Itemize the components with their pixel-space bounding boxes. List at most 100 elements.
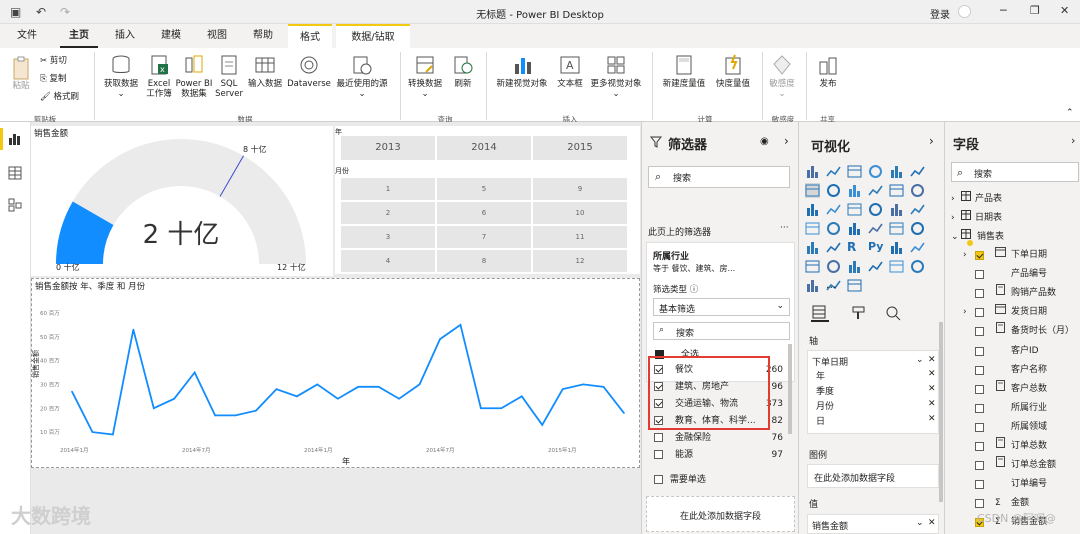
field-item[interactable]: 产品编号 <box>951 265 1080 284</box>
field-checkbox[interactable] <box>975 346 984 356</box>
sql-button[interactable]: SQL Server <box>214 54 244 99</box>
remove-field-icon[interactable]: ✕ <box>928 355 936 365</box>
visual-type-icon[interactable] <box>868 183 883 198</box>
require-single-checkbox[interactable] <box>654 475 663 484</box>
text-box-button[interactable]: A 文本框 <box>554 54 586 89</box>
copy-button[interactable]: ⎘ 复制 <box>40 74 67 84</box>
filter-values-search[interactable]: ⌕ 搜索 <box>653 322 790 340</box>
visual-type-icon[interactable] <box>847 183 862 198</box>
visual-type-icon[interactable] <box>910 164 925 179</box>
slicer-month-cell[interactable]: 7 <box>437 226 531 248</box>
login-link[interactable]: 登录 <box>930 6 950 21</box>
field-checkbox[interactable] <box>975 499 984 509</box>
slicer-month-cell[interactable]: 2 <box>341 202 435 224</box>
field-checkbox[interactable] <box>975 422 984 432</box>
visual-type-icon[interactable] <box>889 202 904 217</box>
field-checkbox[interactable] <box>975 251 984 260</box>
data-view-icon[interactable] <box>8 166 22 180</box>
visual-type-icon[interactable] <box>826 183 841 198</box>
slicer-year-2014[interactable]: 2014 <box>437 136 531 160</box>
enter-data-button[interactable]: 输入数据 <box>244 54 286 89</box>
close-icon[interactable]: ✕ <box>1060 4 1069 17</box>
filter-value-checkbox[interactable] <box>654 433 663 442</box>
slicer-month-cell[interactable]: 5 <box>437 178 531 200</box>
more-visuals-icon[interactable]: ... <box>826 278 837 291</box>
collapse-ribbon-icon[interactable]: ⌃ <box>1066 108 1074 118</box>
recent-sources-button[interactable]: 最近使用的源 ⌄ <box>332 54 392 99</box>
visual-type-icon[interactable] <box>910 202 925 217</box>
visual-type-icon[interactable] <box>847 259 862 274</box>
visual-type-icon[interactable] <box>805 164 820 179</box>
field-checkbox[interactable] <box>975 308 984 318</box>
visual-type-icon[interactable] <box>847 278 862 293</box>
axis-well[interactable]: 下单日期 ⌄ ✕ 年 ✕ 季度 ✕ 月份 ✕ 日 ✕ <box>807 350 939 434</box>
tab-data-drill[interactable]: 数据/钻取 <box>336 24 410 48</box>
more-visuals-button[interactable]: 更多视觉对象 ⌄ <box>586 54 646 99</box>
field-checkbox[interactable] <box>975 289 984 299</box>
field-item[interactable]: 订单总数 <box>951 437 1080 456</box>
field-item[interactable]: 订单编号 <box>951 475 1080 494</box>
visual-type-icon[interactable] <box>910 240 925 255</box>
field-item[interactable]: › 下单日期 <box>951 246 1080 265</box>
table-item[interactable]: ⌄ 销售表 <box>951 228 1079 246</box>
filter-value-checkbox[interactable] <box>654 450 663 459</box>
paint-roller-icon[interactable] <box>851 305 867 321</box>
refresh-button[interactable]: 刷新 <box>448 54 478 89</box>
visual-type-icon[interactable] <box>805 183 820 198</box>
visual-type-icon[interactable] <box>847 221 862 236</box>
field-checkbox[interactable] <box>975 461 984 471</box>
remove-field-icon[interactable]: ✕ <box>928 518 936 528</box>
remove-field-icon[interactable]: ✕ <box>928 414 936 424</box>
axis-hierarchy-item[interactable]: 日 ✕ <box>816 414 936 428</box>
visual-type-icon[interactable] <box>826 164 841 179</box>
sensitivity-button[interactable]: 敏感度 ⌄ <box>764 54 800 99</box>
remove-field-icon[interactable]: ✕ <box>928 384 936 394</box>
viz-scrollbar[interactable] <box>939 322 943 502</box>
filter-list-scrollbar[interactable] <box>788 344 792 434</box>
collapse-viz-icon[interactable]: › <box>929 134 934 148</box>
visual-type-icon[interactable] <box>847 164 862 179</box>
tab-modeling[interactable]: 建模 <box>152 24 190 48</box>
analytics-icon[interactable] <box>885 305 901 321</box>
visual-type-icon[interactable] <box>910 183 925 198</box>
field-checkbox[interactable] <box>975 365 984 375</box>
filter-value-option[interactable]: 能源 97 <box>654 447 789 463</box>
values-well[interactable]: 销售金额 ⌄ ✕ <box>807 514 939 534</box>
model-view-icon[interactable] <box>8 198 22 212</box>
slicer-month-cell[interactable]: 11 <box>533 226 627 248</box>
pbi-dataset-button[interactable]: Power BI 数据集 <box>174 54 214 99</box>
field-item[interactable]: 所属行业 <box>951 399 1080 418</box>
visual-type-icon[interactable]: Py <box>868 240 883 255</box>
visual-type-icon[interactable] <box>868 221 883 236</box>
visual-type-icon[interactable] <box>868 259 883 274</box>
fields-tab[interactable] <box>811 304 829 322</box>
new-visual-button[interactable]: 新建视觉对象 <box>492 54 552 89</box>
visual-type-icon[interactable] <box>826 259 841 274</box>
quick-measure-button[interactable]: 快度量值 <box>712 54 754 89</box>
remove-field-icon[interactable]: ✕ <box>928 369 936 379</box>
axis-hierarchy-item[interactable]: 月份 ✕ <box>816 399 936 413</box>
new-measure-button[interactable]: 新建度量值 <box>656 54 712 89</box>
visual-type-icon[interactable] <box>826 240 841 255</box>
tab-insert[interactable]: 插入 <box>106 24 144 48</box>
avatar[interactable] <box>958 5 971 18</box>
field-checkbox[interactable] <box>975 384 984 394</box>
cut-button[interactable]: ✂ 剪切 <box>40 56 67 66</box>
legend-drop-zone[interactable]: 在此处添加数据字段 <box>807 464 939 488</box>
slicer-month-cell[interactable]: 4 <box>341 250 435 272</box>
visual-type-icon[interactable] <box>805 221 820 236</box>
slicer-month-cell[interactable]: 8 <box>437 250 531 272</box>
visual-type-icon[interactable] <box>826 221 841 236</box>
visual-type-icon[interactable] <box>805 278 820 293</box>
field-item[interactable]: 客户ID <box>951 342 1080 361</box>
filters-search-input[interactable]: ⌕ 搜索 <box>648 166 790 188</box>
visual-type-icon[interactable] <box>910 221 925 236</box>
dataverse-button[interactable]: Dataverse <box>286 54 332 89</box>
publish-button[interactable]: 发布 <box>810 54 846 89</box>
visual-type-icon[interactable] <box>826 202 841 217</box>
visual-type-icon[interactable] <box>868 164 883 179</box>
get-data-button[interactable]: 获取数据 ⌄ <box>100 54 142 99</box>
collapse-fields-icon[interactable]: › <box>1071 134 1075 147</box>
visual-type-icon[interactable] <box>847 202 862 217</box>
slicer-month-cell[interactable]: 10 <box>533 202 627 224</box>
